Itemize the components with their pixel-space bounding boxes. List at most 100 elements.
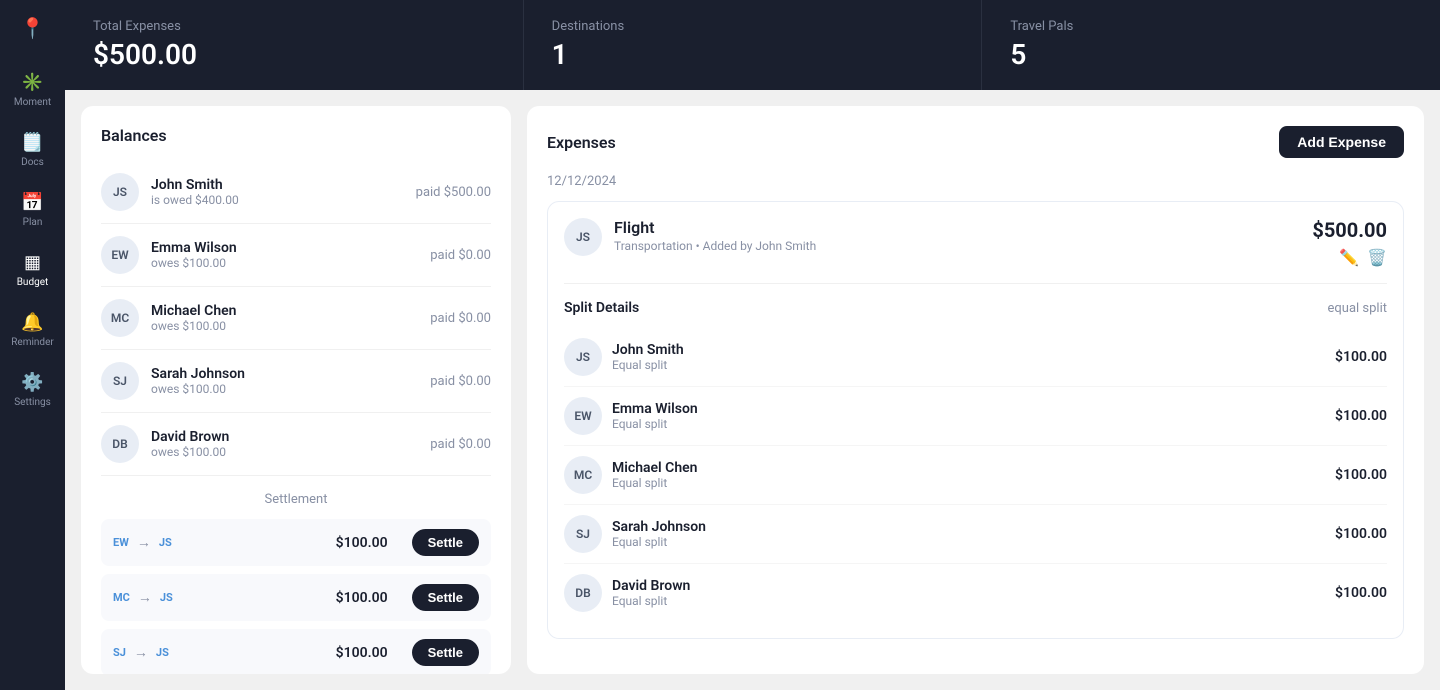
split-avatar: MC	[564, 456, 602, 494]
split-details: John Smith Equal split	[612, 342, 684, 372]
delete-icon[interactable]: 🗑️	[1367, 248, 1387, 267]
balance-item: MC Michael Chen owes $100.00 paid $0.00	[101, 287, 491, 350]
settle-from-avatar: EW	[113, 536, 129, 549]
balance-left: EW Emma Wilson owes $100.00	[101, 236, 237, 274]
sidebar-item-budget[interactable]: ▦ Budget	[0, 244, 65, 296]
split-left: JS John Smith Equal split	[564, 338, 684, 376]
split-details-section: Split Details equal split JS John Smith …	[564, 283, 1387, 622]
sidebar: 📍 ✳️ Moment 🗒️ Docs 📅 Plan ▦ Budget 🔔 Re…	[0, 0, 65, 690]
balance-paid: paid $0.00	[430, 437, 491, 452]
settle-button[interactable]: Settle	[412, 584, 479, 611]
settlement-item: SJ → JS $100.00 Settle	[101, 629, 491, 674]
expense-meta: Transportation • Added by John Smith	[614, 239, 816, 253]
sidebar-label-reminder: Reminder	[11, 337, 54, 348]
main-content: Total Expenses $500.00 Destinations 1 Tr…	[65, 0, 1440, 690]
balances-panel: Balances JS John Smith is owed $400.00 p…	[81, 106, 511, 674]
settlement-from-to: MC → JS	[113, 589, 173, 606]
arrow-icon: →	[134, 644, 148, 661]
balance-details: Michael Chen owes $100.00	[151, 303, 237, 333]
reminder-icon: 🔔	[21, 312, 43, 333]
balance-status: owes $100.00	[151, 319, 237, 333]
balance-item: EW Emma Wilson owes $100.00 paid $0.00	[101, 224, 491, 287]
split-title: Split Details	[564, 300, 639, 316]
balance-name: Michael Chen	[151, 303, 237, 319]
split-avatar: DB	[564, 574, 602, 612]
split-sublabel: Equal split	[612, 476, 698, 490]
balance-item: JS John Smith is owed $400.00 paid $500.…	[101, 161, 491, 224]
plan-icon: 📅	[21, 192, 43, 213]
sidebar-item-settings[interactable]: ⚙️ Settings	[0, 364, 65, 416]
expense-card: JS Flight Transportation • Added by John…	[547, 201, 1404, 639]
balance-paid: paid $500.00	[416, 185, 491, 200]
settlement-amount: $100.00	[336, 645, 388, 661]
split-details: Sarah Johnson Equal split	[612, 519, 706, 549]
split-amount: $100.00	[1335, 408, 1387, 424]
balance-avatar: JS	[101, 173, 139, 211]
stat-total-expenses: Total Expenses $500.00	[65, 0, 524, 90]
settle-button[interactable]: Settle	[412, 529, 479, 556]
balance-paid: paid $0.00	[430, 248, 491, 263]
add-expense-button[interactable]: Add Expense	[1279, 126, 1404, 158]
split-items-list: JS John Smith Equal split $100.00 EW Emm…	[564, 328, 1387, 622]
balance-items-list: JS John Smith is owed $400.00 paid $500.…	[101, 161, 491, 476]
settings-icon: ⚙️	[21, 372, 43, 393]
split-left: DB David Brown Equal split	[564, 574, 690, 612]
expense-name: Flight	[614, 218, 816, 237]
sidebar-label-docs: Docs	[21, 157, 44, 168]
settlement-section: Settlement EW → JS $100.00 Settle MC → J…	[101, 492, 491, 674]
docs-icon: 🗒️	[21, 132, 43, 153]
stat-travel-pals-value: 5	[1010, 38, 1412, 71]
settlement-from-to: SJ → JS	[113, 644, 169, 661]
split-item: MC Michael Chen Equal split $100.00	[564, 446, 1387, 505]
settle-button[interactable]: Settle	[412, 639, 479, 666]
split-item: DB David Brown Equal split $100.00	[564, 564, 1387, 622]
balance-item: SJ Sarah Johnson owes $100.00 paid $0.00	[101, 350, 491, 413]
settlement-amount: $100.00	[336, 590, 388, 606]
sidebar-item-plan[interactable]: 📅 Plan	[0, 184, 65, 236]
split-sublabel: Equal split	[612, 358, 684, 372]
settlement-title: Settlement	[101, 492, 491, 507]
expense-amount: $500.00	[1312, 218, 1387, 242]
settlement-item: MC → JS $100.00 Settle	[101, 574, 491, 621]
expense-category: Transportation	[614, 239, 693, 253]
balance-name: John Smith	[151, 177, 239, 193]
expense-info: Flight Transportation • Added by John Sm…	[614, 218, 816, 253]
arrow-icon: →	[138, 589, 152, 606]
expense-left: JS Flight Transportation • Added by John…	[564, 218, 816, 256]
balance-status: owes $100.00	[151, 256, 237, 270]
settle-to-avatar: JS	[156, 646, 169, 659]
settle-from-avatar: MC	[113, 591, 130, 604]
split-details: Emma Wilson Equal split	[612, 401, 698, 431]
content-area: Balances JS John Smith is owed $400.00 p…	[65, 90, 1440, 690]
split-item: JS John Smith Equal split $100.00	[564, 328, 1387, 387]
split-sublabel: Equal split	[612, 594, 690, 608]
sidebar-item-reminder[interactable]: 🔔 Reminder	[0, 304, 65, 356]
split-sublabel: Equal split	[612, 417, 698, 431]
expense-separator: •	[696, 239, 703, 253]
expense-payer-avatar: JS	[564, 218, 602, 256]
balance-left: SJ Sarah Johnson owes $100.00	[101, 362, 245, 400]
budget-icon: ▦	[24, 252, 41, 273]
expense-date: 12/12/2024	[547, 174, 1404, 189]
expenses-header: Expenses Add Expense	[547, 126, 1404, 158]
stat-total-expenses-label: Total Expenses	[93, 19, 495, 34]
balance-avatar: EW	[101, 236, 139, 274]
settlement-item: EW → JS $100.00 Settle	[101, 519, 491, 566]
split-amount: $100.00	[1335, 526, 1387, 542]
sidebar-item-docs[interactable]: 🗒️ Docs	[0, 124, 65, 176]
split-name: Sarah Johnson	[612, 519, 706, 535]
balance-avatar: SJ	[101, 362, 139, 400]
split-item: SJ Sarah Johnson Equal split $100.00	[564, 505, 1387, 564]
split-name: Emma Wilson	[612, 401, 698, 417]
sidebar-item-moment[interactable]: ✳️ Moment	[0, 64, 65, 116]
sidebar-label-budget: Budget	[17, 277, 49, 288]
expense-actions: ✏️ 🗑️	[1339, 248, 1387, 267]
balance-details: David Brown owes $100.00	[151, 429, 229, 459]
split-avatar: JS	[564, 338, 602, 376]
stat-travel-pals-label: Travel Pals	[1010, 19, 1412, 34]
expenses-panel: Expenses Add Expense 12/12/2024 JS Fligh…	[527, 106, 1424, 674]
edit-icon[interactable]: ✏️	[1339, 248, 1359, 267]
balance-left: JS John Smith is owed $400.00	[101, 173, 239, 211]
balance-name: Emma Wilson	[151, 240, 237, 256]
settle-to-avatar: JS	[159, 536, 172, 549]
